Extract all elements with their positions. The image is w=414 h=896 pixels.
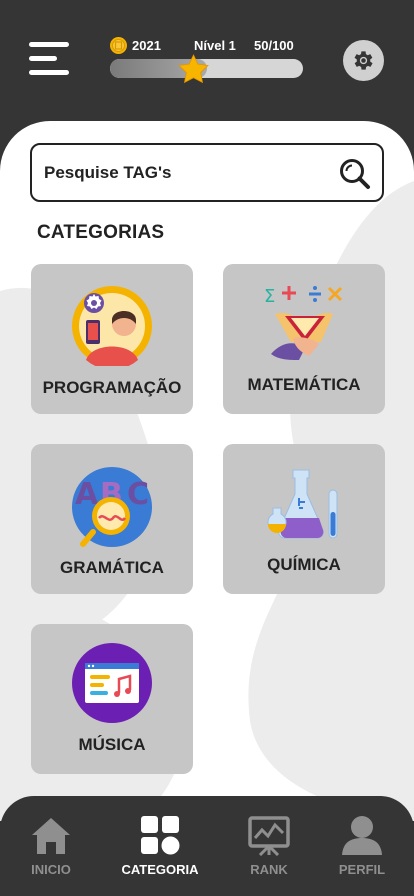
category-label: MÚSICA — [78, 735, 146, 754]
gear-icon — [354, 51, 373, 70]
category-card-quimica[interactable]: QUÍMICA — [223, 444, 385, 594]
grammar-icon: A C B — [72, 467, 152, 547]
chemistry-icon — [267, 469, 338, 539]
category-card-musica[interactable]: MÚSICA — [31, 624, 193, 774]
svg-text:Σ: Σ — [264, 286, 275, 307]
nav-label: CATEGORIA — [121, 862, 199, 877]
main-content: CATEGORIAS PROGRAMAÇÃO Σ — [0, 121, 414, 821]
nav-label: PERFIL — [338, 862, 386, 877]
bottom-navigation: INICIO CATEGORIA RANK PERFIL — [0, 796, 414, 896]
nav-item-inicio[interactable]: INICIO — [1, 796, 101, 896]
coin-icon — [110, 37, 127, 54]
category-card-matematica[interactable]: Σ MATEMÁTICA — [223, 264, 385, 414]
search-icon[interactable] — [338, 157, 372, 191]
nav-item-perfil[interactable]: PERFIL — [312, 796, 412, 896]
category-card-gramatica[interactable]: A C B GRAMÁTICA — [31, 444, 193, 594]
coins-counter: 2021 — [132, 38, 161, 53]
rank-chart-icon — [248, 816, 290, 856]
svg-text:C: C — [127, 477, 149, 512]
nav-label: INICIO — [31, 862, 71, 877]
category-card-programacao[interactable]: PROGRAMAÇÃO — [31, 264, 193, 414]
search-input[interactable] — [44, 153, 324, 193]
home-icon — [32, 818, 70, 854]
category-label: PROGRAMAÇÃO — [42, 378, 182, 397]
category-label: MATEMÁTICA — [247, 375, 361, 394]
music-icon — [72, 643, 152, 723]
nav-item-rank[interactable]: RANK — [219, 796, 319, 896]
top-header: 2021 Nível 1 50/100 — [0, 0, 414, 140]
category-label: GRAMÁTICA — [60, 558, 164, 577]
profile-icon — [342, 816, 382, 855]
nav-label: RANK — [250, 862, 288, 877]
star-icon — [178, 54, 209, 84]
xp-counter: 50/100 — [254, 38, 294, 53]
category-label: QUÍMICA — [267, 555, 341, 574]
hamburger-menu-icon[interactable] — [29, 42, 69, 78]
nav-item-categoria[interactable]: CATEGORIA — [110, 796, 210, 896]
category-grid-icon — [141, 816, 180, 855]
categories-heading: CATEGORIAS — [37, 222, 165, 243]
settings-button[interactable] — [343, 40, 384, 81]
search-bar — [30, 143, 384, 202]
programming-icon — [72, 286, 152, 366]
level-label: Nível 1 — [194, 38, 236, 53]
math-icon: Σ — [264, 286, 343, 360]
